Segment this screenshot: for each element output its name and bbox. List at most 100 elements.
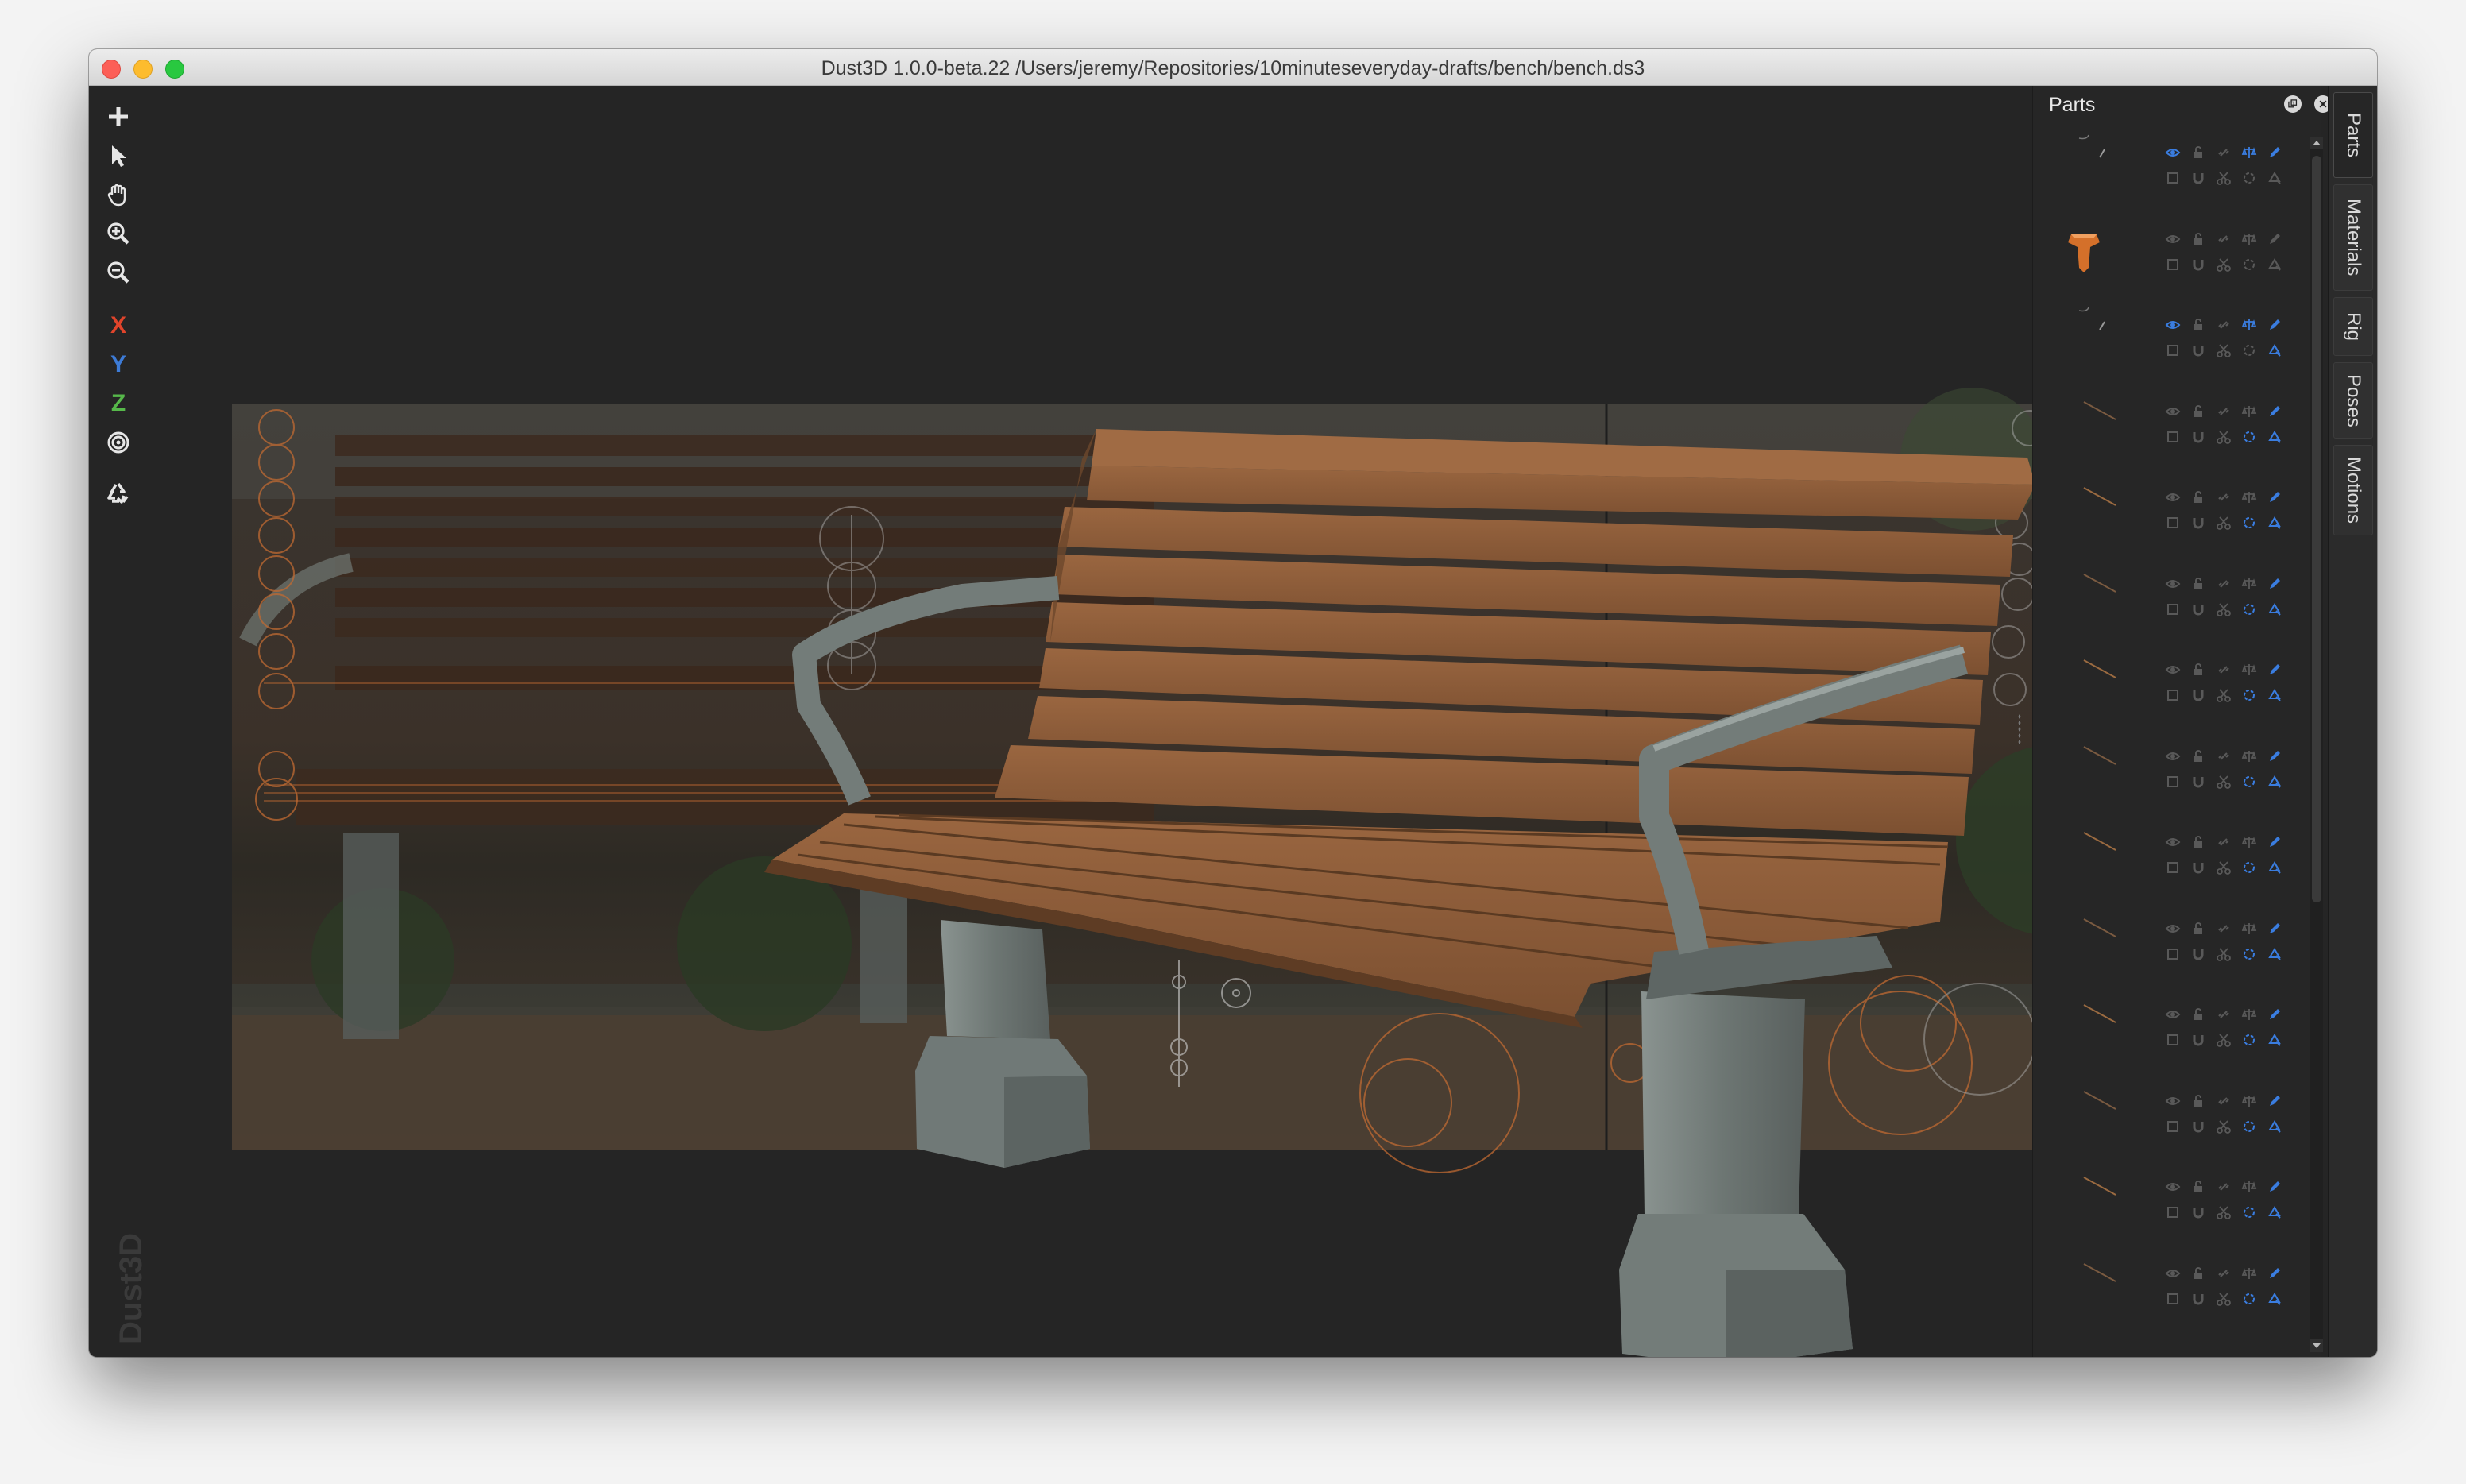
- link-icon[interactable]: [2211, 657, 2236, 682]
- scissors-icon[interactable]: [2211, 424, 2236, 450]
- balance-icon[interactable]: [2236, 399, 2262, 424]
- tab-poses[interactable]: Poses: [2333, 362, 2373, 439]
- color-icon[interactable]: [2262, 1286, 2287, 1312]
- pan-tool-button[interactable]: [102, 178, 135, 211]
- color-icon[interactable]: [2262, 1114, 2287, 1139]
- balance-icon[interactable]: [2236, 1088, 2262, 1114]
- eye-icon[interactable]: [2160, 312, 2186, 338]
- balance-icon[interactable]: [2236, 312, 2262, 338]
- magnet-icon[interactable]: [2186, 682, 2211, 708]
- tab-rig[interactable]: Rig: [2333, 297, 2373, 356]
- lock-icon[interactable]: [2186, 829, 2211, 855]
- regenerate-button[interactable]: [102, 476, 135, 509]
- eye-icon[interactable]: [2160, 916, 2186, 941]
- part-thumbnail[interactable]: [2044, 212, 2124, 292]
- lock-icon[interactable]: [2186, 312, 2211, 338]
- rotate-icon[interactable]: [2236, 165, 2262, 191]
- select-tool-button[interactable]: [102, 139, 135, 172]
- link-icon[interactable]: [2211, 1261, 2236, 1286]
- balance-icon[interactable]: [2236, 1002, 2262, 1027]
- scissors-icon[interactable]: [2211, 682, 2236, 708]
- lock-icon[interactable]: [2186, 485, 2211, 510]
- magnet-icon[interactable]: [2186, 1027, 2211, 1053]
- balance-icon[interactable]: [2236, 829, 2262, 855]
- checkbox-icon[interactable]: [2160, 338, 2186, 363]
- part-row[interactable]: [2033, 729, 2313, 816]
- zoom-out-button[interactable]: [102, 256, 135, 289]
- eye-icon[interactable]: [2160, 1174, 2186, 1200]
- part-row[interactable]: [2033, 385, 2313, 471]
- tab-materials[interactable]: Materials: [2333, 184, 2373, 291]
- scroll-up-arrow[interactable]: [2310, 137, 2323, 149]
- checkbox-icon[interactable]: [2160, 769, 2186, 794]
- scissors-icon[interactable]: [2211, 1200, 2236, 1225]
- part-thumbnail[interactable]: [2044, 815, 2124, 895]
- balance-icon[interactable]: [2236, 140, 2262, 165]
- balance-icon[interactable]: [2236, 1174, 2262, 1200]
- part-row[interactable]: [2033, 902, 2313, 988]
- magnet-icon[interactable]: [2186, 424, 2211, 450]
- link-icon[interactable]: [2211, 485, 2236, 510]
- scissors-icon[interactable]: [2211, 1027, 2236, 1053]
- balance-icon[interactable]: [2236, 571, 2262, 597]
- rotate-icon[interactable]: [2236, 769, 2262, 794]
- eye-icon[interactable]: [2160, 1088, 2186, 1114]
- part-row[interactable]: [2033, 1160, 2313, 1246]
- color-icon[interactable]: [2262, 338, 2287, 363]
- rotate-icon[interactable]: [2236, 1027, 2262, 1053]
- float-window-icon[interactable]: [2284, 95, 2302, 113]
- color-icon[interactable]: [2262, 510, 2287, 535]
- scissors-icon[interactable]: [2211, 597, 2236, 622]
- scissors-icon[interactable]: [2211, 1286, 2236, 1312]
- magnet-icon[interactable]: [2186, 597, 2211, 622]
- part-row[interactable]: [2033, 470, 2313, 557]
- panel-splitter-handle[interactable]: [2018, 713, 2021, 745]
- pencil-icon[interactable]: [2262, 1261, 2287, 1286]
- color-icon[interactable]: [2262, 769, 2287, 794]
- magnet-icon[interactable]: [2186, 769, 2211, 794]
- scroll-thumb[interactable]: [2312, 156, 2321, 902]
- pencil-icon[interactable]: [2262, 1088, 2287, 1114]
- lock-icon[interactable]: [2186, 1088, 2211, 1114]
- rotate-icon[interactable]: [2236, 682, 2262, 708]
- color-icon[interactable]: [2262, 597, 2287, 622]
- magnet-icon[interactable]: [2186, 252, 2211, 277]
- scissors-icon[interactable]: [2211, 510, 2236, 535]
- part-thumbnail[interactable]: [2044, 557, 2124, 636]
- part-row[interactable]: [2033, 298, 2313, 385]
- eye-icon[interactable]: [2160, 140, 2186, 165]
- checkbox-icon[interactable]: [2160, 252, 2186, 277]
- lock-icon[interactable]: [2186, 226, 2211, 252]
- rotate-icon[interactable]: [2236, 510, 2262, 535]
- checkbox-icon[interactable]: [2160, 1286, 2186, 1312]
- scissors-icon[interactable]: [2211, 1114, 2236, 1139]
- lock-icon[interactable]: [2186, 1261, 2211, 1286]
- eye-icon[interactable]: [2160, 226, 2186, 252]
- balance-icon[interactable]: [2236, 226, 2262, 252]
- link-icon[interactable]: [2211, 226, 2236, 252]
- pencil-icon[interactable]: [2262, 1002, 2287, 1027]
- color-icon[interactable]: [2262, 682, 2287, 708]
- part-row[interactable]: [2033, 557, 2313, 643]
- parts-scrollbar[interactable]: [2310, 137, 2323, 1352]
- color-icon[interactable]: [2262, 252, 2287, 277]
- z-axis-toggle[interactable]: Z: [102, 387, 135, 420]
- color-icon[interactable]: [2262, 1027, 2287, 1053]
- eye-icon[interactable]: [2160, 829, 2186, 855]
- lock-icon[interactable]: [2186, 744, 2211, 769]
- magnet-icon[interactable]: [2186, 855, 2211, 880]
- balance-icon[interactable]: [2236, 744, 2262, 769]
- checkbox-icon[interactable]: [2160, 424, 2186, 450]
- color-icon[interactable]: [2262, 941, 2287, 967]
- radial-toggle[interactable]: [102, 426, 135, 459]
- part-row[interactable]: [2033, 987, 2313, 1074]
- add-tool-button[interactable]: [102, 100, 135, 133]
- part-thumbnail[interactable]: [2044, 1160, 2124, 1239]
- pencil-icon[interactable]: [2262, 571, 2287, 597]
- color-icon[interactable]: [2262, 855, 2287, 880]
- pencil-icon[interactable]: [2262, 485, 2287, 510]
- pencil-icon[interactable]: [2262, 140, 2287, 165]
- part-thumbnail[interactable]: [2044, 126, 2124, 205]
- pencil-icon[interactable]: [2262, 1174, 2287, 1200]
- scissors-icon[interactable]: [2211, 165, 2236, 191]
